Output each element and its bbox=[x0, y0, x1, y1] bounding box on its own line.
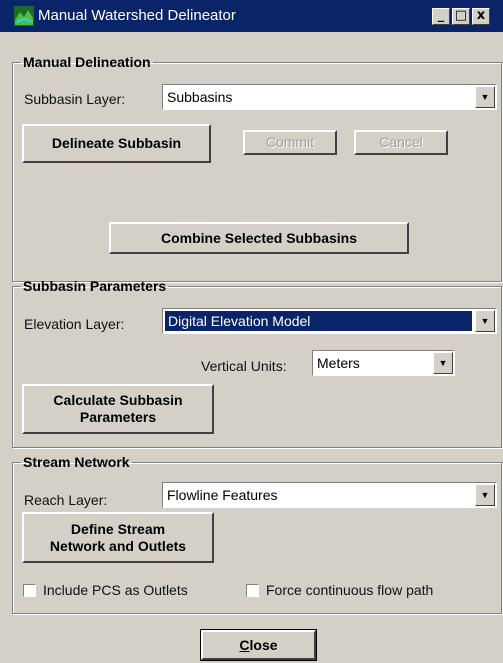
close-button[interactable]: Close bbox=[200, 629, 317, 661]
calculate-button-line1: Calculate Subbasin bbox=[53, 392, 183, 408]
combine-selected-subbasins-button[interactable]: Combine Selected Subbasins bbox=[109, 222, 409, 254]
commit-button[interactable]: Commit bbox=[243, 130, 337, 155]
calculate-subbasin-parameters-button[interactable]: Calculate Subbasin Parameters bbox=[22, 384, 214, 434]
vertical-units-label: Vertical Units: bbox=[201, 358, 287, 374]
vertical-units-value: Meters bbox=[317, 355, 360, 371]
define-stream-network-button[interactable]: Define Stream Network and Outlets bbox=[22, 512, 214, 563]
reach-layer-label: Reach Layer: bbox=[24, 492, 108, 508]
subbasin-layer-label: Subbasin Layer: bbox=[24, 91, 126, 107]
force-continuous-flow-checkbox[interactable]: Force continuous flow path bbox=[246, 582, 433, 598]
cancel-button[interactable]: Cancel bbox=[354, 130, 448, 155]
reach-layer-dropdown[interactable]: Flowline Features ▼ bbox=[162, 482, 497, 508]
elevation-layer-value: Digital Elevation Model bbox=[165, 311, 472, 331]
title-bar[interactable]: Manual Watershed Delineator _ □ x bbox=[0, 0, 503, 32]
define-button-line2: Network and Outlets bbox=[49, 537, 187, 554]
chevron-down-icon[interactable]: ▼ bbox=[475, 310, 495, 332]
close-button-label: lose bbox=[249, 636, 278, 653]
subbasin-parameters-legend: Subbasin Parameters bbox=[23, 278, 167, 294]
subbasin-layer-value: Subbasins bbox=[167, 89, 233, 105]
dialog-client-area: Manual Delineation Subbasin Layer: Subba… bbox=[6, 38, 502, 663]
chevron-down-icon[interactable]: ▼ bbox=[475, 86, 495, 108]
include-pcs-label: Include PCS as Outlets bbox=[43, 582, 188, 598]
elevation-layer-dropdown[interactable]: Digital Elevation Model ▼ bbox=[162, 308, 497, 334]
app-icon bbox=[14, 6, 34, 26]
force-flow-label: Force continuous flow path bbox=[266, 582, 434, 598]
vertical-units-dropdown[interactable]: Meters ▼ bbox=[312, 350, 455, 376]
calculate-button-line2: Parameters bbox=[79, 409, 157, 425]
include-pcs-checkbox[interactable]: Include PCS as Outlets bbox=[23, 582, 188, 598]
window-title: Manual Watershed Delineator bbox=[38, 7, 236, 24]
close-window-button[interactable]: x bbox=[472, 8, 490, 25]
delineate-subbasin-button[interactable]: Delineate Subbasin bbox=[22, 124, 211, 163]
chevron-down-icon[interactable]: ▼ bbox=[433, 352, 453, 374]
close-button-mnemonic: C bbox=[239, 636, 250, 653]
reach-layer-value: Flowline Features bbox=[167, 487, 278, 503]
chevron-down-icon[interactable]: ▼ bbox=[475, 484, 495, 506]
subbasin-layer-dropdown[interactable]: Subbasins ▼ bbox=[162, 84, 497, 110]
manual-delineation-legend: Manual Delineation bbox=[23, 54, 151, 70]
checkbox-box[interactable] bbox=[23, 583, 36, 597]
stream-network-legend: Stream Network bbox=[23, 454, 130, 470]
checkbox-box[interactable] bbox=[246, 583, 259, 597]
maximize-button[interactable]: □ bbox=[452, 8, 470, 25]
define-button-line1: Define Stream bbox=[70, 520, 166, 537]
elevation-layer-label: Elevation Layer: bbox=[24, 316, 125, 332]
minimize-button[interactable]: _ bbox=[432, 8, 450, 25]
